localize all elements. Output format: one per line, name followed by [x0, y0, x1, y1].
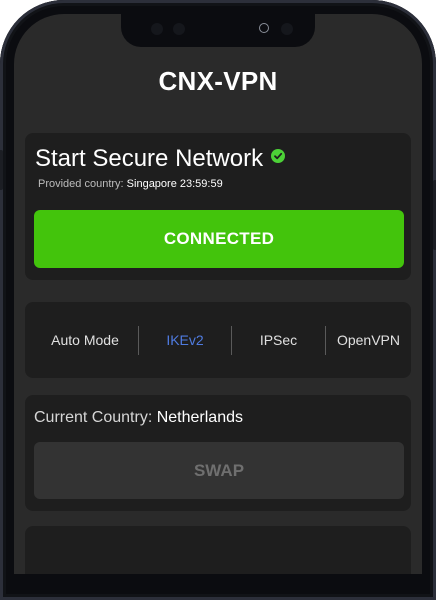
current-country-label: Current Country: — [34, 409, 153, 426]
connect-button[interactable]: CONNECTED — [34, 210, 404, 268]
current-country-card: Current Country: Netherlands SWAP — [25, 395, 411, 511]
volume-button — [0, 150, 3, 190]
front-camera — [151, 23, 163, 35]
provided-country: Provided country: Singapore 23:59:59 — [38, 178, 223, 190]
connection-status-card: Start Secure Network Provided country: S… — [25, 133, 411, 280]
current-country-value: Netherlands — [156, 409, 243, 426]
next-card — [25, 526, 411, 574]
app-title: CNX-VPN — [158, 66, 278, 96]
mode-auto[interactable]: Auto Mode — [37, 302, 133, 378]
sensor — [173, 23, 185, 35]
current-country: Current Country: Netherlands — [34, 409, 243, 427]
protocol-selector: Auto Mode IKEv2 IPSec OpenVPN — [25, 302, 411, 378]
provided-country-label: Provided country: — [38, 178, 124, 190]
phone-frame: CNX-VPN Start Secure Network Provided co… — [0, 0, 436, 600]
mode-openvpn[interactable]: OpenVPN — [326, 302, 411, 378]
check-circle-icon — [271, 149, 286, 163]
device-notch — [121, 14, 315, 47]
status-heading: Start Secure Network — [35, 145, 286, 173]
mode-ipsec[interactable]: IPSec — [232, 302, 325, 378]
swap-button[interactable]: SWAP — [34, 442, 404, 499]
mode-ikev2[interactable]: IKEv2 — [139, 302, 231, 378]
provided-country-value: Singapore 23:59:59 — [126, 178, 223, 190]
proximity-sensor — [259, 23, 269, 33]
app-screen: CNX-VPN Start Secure Network Provided co… — [14, 14, 422, 574]
status-title: Start Secure Network — [35, 145, 264, 172]
sensor — [281, 23, 293, 35]
